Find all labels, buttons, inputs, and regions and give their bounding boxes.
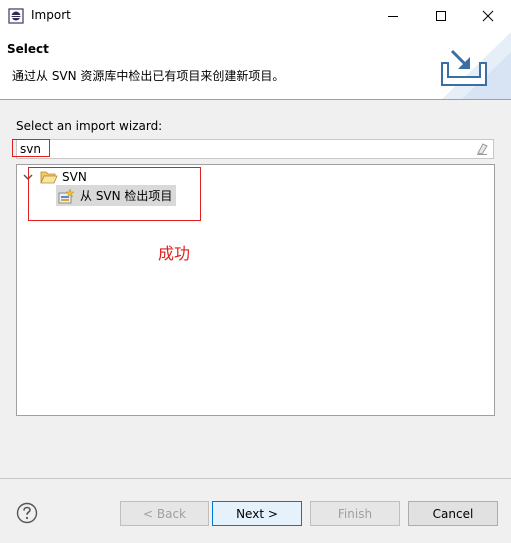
success-annotation: 成功 [158, 244, 191, 263]
eclipse-app-icon [8, 8, 24, 24]
minimize-icon [388, 16, 398, 17]
filter-highlight-box [12, 139, 50, 157]
finish-button[interactable]: Finish [310, 501, 400, 526]
page-description: 通过从 SVN 资源库中检出已有项目来创建新项目。 [12, 69, 285, 83]
window-title: Import [31, 8, 71, 22]
page-title: Select [7, 42, 49, 56]
wizard-header: Select 通过从 SVN 资源库中检出已有项目来创建新项目。 [0, 32, 511, 100]
maximize-button[interactable] [418, 0, 464, 32]
back-button[interactable]: < Back [120, 501, 209, 526]
title-bar: Import [0, 0, 511, 32]
close-button[interactable] [465, 0, 511, 32]
help-icon[interactable] [16, 502, 38, 524]
close-icon [482, 10, 494, 22]
next-button[interactable]: Next > [212, 501, 302, 526]
maximize-icon [436, 11, 446, 21]
import-wizard-icon [441, 49, 487, 86]
filter-input[interactable]: svn [16, 139, 494, 159]
clear-filter-icon[interactable] [475, 142, 489, 156]
button-bar-divider [0, 478, 511, 479]
cancel-button[interactable]: Cancel [408, 501, 498, 526]
wizard-label: Select an import wizard: [16, 119, 163, 133]
minimize-button[interactable] [370, 0, 416, 32]
tree-highlight-box [28, 167, 201, 221]
